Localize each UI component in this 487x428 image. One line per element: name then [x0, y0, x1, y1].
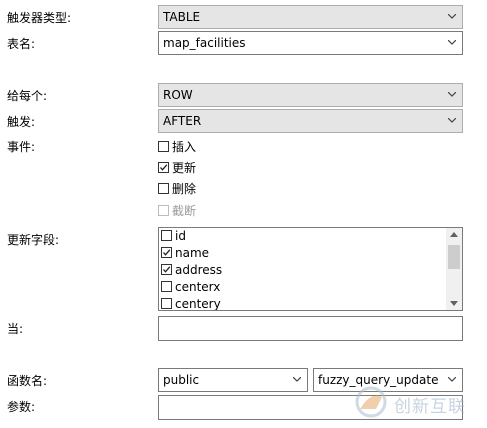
event-insert-label: 插入 — [172, 140, 197, 154]
for-each-select[interactable]: ROW — [158, 83, 463, 107]
chevron-down-icon — [448, 118, 456, 123]
field-label: id — [175, 229, 186, 243]
fire-label: 触发: — [7, 115, 36, 129]
table-name-value: map_facilities — [163, 36, 246, 50]
chevron-down-icon — [448, 40, 456, 45]
scroll-up-arrow-icon[interactable] — [450, 232, 458, 237]
fire-select[interactable]: AFTER — [158, 109, 463, 133]
trigger-type-value: TABLE — [163, 10, 201, 24]
field-label: centerx — [175, 280, 221, 294]
events-label: 事件: — [7, 140, 36, 154]
field-item-centery[interactable]: centery — [161, 296, 221, 311]
field-item-name[interactable]: name — [161, 245, 209, 262]
field-label: name — [175, 246, 210, 260]
chevron-down-icon — [293, 377, 301, 382]
for-each-label: 给每个: — [7, 89, 48, 103]
checkbox-checked-icon — [161, 264, 172, 275]
chevron-down-icon — [448, 14, 456, 19]
table-name-select[interactable]: map_facilities — [158, 31, 463, 55]
for-each-value: ROW — [163, 88, 193, 102]
listbox-scrollbar[interactable] — [446, 228, 462, 310]
scroll-down-arrow-icon[interactable] — [450, 301, 458, 306]
field-label: centery — [175, 297, 221, 311]
checkbox-unchecked-icon — [161, 281, 172, 292]
watermark-text: 创新互联 — [394, 397, 466, 417]
trigger-type-label: 触发器类型: — [7, 11, 72, 25]
event-truncate-label: 截断 — [172, 204, 197, 218]
when-input[interactable] — [158, 316, 463, 341]
event-delete-checkbox[interactable]: 删除 — [158, 181, 196, 197]
field-label: address — [175, 263, 223, 277]
table-name-label: 表名: — [7, 37, 36, 51]
update-fields-label: 更新字段: — [7, 233, 60, 247]
trigger-type-select[interactable]: TABLE — [158, 5, 463, 29]
fire-value: AFTER — [163, 114, 202, 128]
update-fields-listbox[interactable]: id name address centerx centery — [158, 227, 463, 311]
checkbox-checked-icon — [161, 247, 172, 258]
checkbox-unchecked-icon — [161, 298, 172, 309]
scrollbar-thumb[interactable] — [448, 245, 460, 269]
event-update-label: 更新 — [172, 161, 197, 175]
event-delete-label: 删除 — [172, 182, 197, 196]
watermark-logo-icon — [355, 386, 387, 418]
field-item-centerx[interactable]: centerx — [161, 279, 220, 296]
checkbox-checked-icon — [158, 162, 169, 173]
when-label: 当: — [7, 322, 24, 336]
event-insert-checkbox[interactable]: 插入 — [158, 139, 196, 155]
watermark: 创新互联 — [352, 382, 480, 422]
field-item-address[interactable]: address — [161, 262, 222, 279]
checkbox-disabled-icon — [158, 205, 169, 216]
checkbox-unchecked-icon — [161, 230, 172, 241]
schema-value: public — [163, 373, 200, 387]
schema-select[interactable]: public — [158, 368, 308, 392]
field-item-id[interactable]: id — [161, 228, 186, 245]
event-truncate-checkbox: 截断 — [158, 203, 196, 219]
params-label: 参数: — [7, 400, 36, 414]
checkbox-unchecked-icon — [158, 141, 169, 152]
event-update-checkbox[interactable]: 更新 — [158, 160, 196, 176]
chevron-down-icon — [448, 92, 456, 97]
function-name-label: 函数名: — [7, 374, 48, 388]
checkbox-unchecked-icon — [158, 183, 169, 194]
